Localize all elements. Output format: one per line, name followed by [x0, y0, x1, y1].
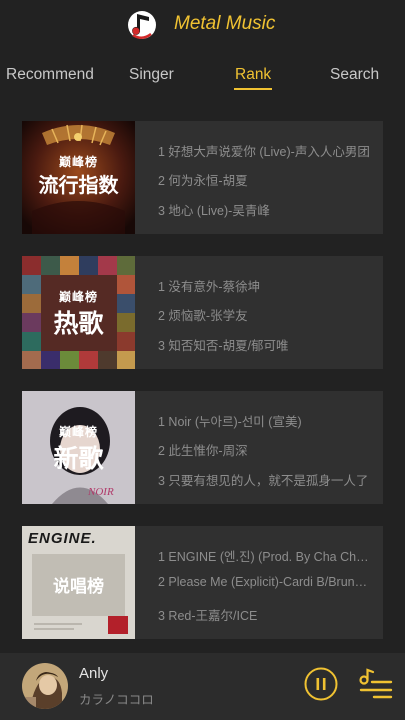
rank-cover-image: 巅峰榜 流行指数: [22, 121, 135, 234]
rank-card-rap[interactable]: ENGINE. 说唱榜 1 ENGINE (엔.진) (Prod. By Cha…: [22, 526, 383, 639]
rank-cover-text: ENGINE.: [28, 530, 97, 547]
now-playing-title: Anly: [79, 665, 109, 682]
rank-cover-title: 新歌: [53, 445, 104, 473]
rank-song-item: 3 地心 (Live)-吴青峰: [158, 204, 270, 218]
rank-song-item: 2 烦恼歌-张学友: [158, 309, 248, 323]
rank-brand-label: 巅峰榜: [58, 290, 98, 304]
rank-song-item: 1 ENGINE (엔.진) (Prod. By Cha Cha Malone): [158, 550, 370, 564]
mini-player[interactable]: Anly カラノココロ: [0, 653, 405, 720]
active-tab-indicator: [234, 88, 272, 90]
tab-singer[interactable]: Singer: [129, 66, 174, 84]
rank-cover-title: 热歌: [53, 310, 104, 338]
tab-bar: Recommend Singer Rank Search: [0, 60, 405, 96]
rank-cover-image: NOIR 巅峰榜 新歌: [22, 391, 135, 504]
rank-brand-label: 巅峰榜: [58, 155, 98, 169]
tab-rank[interactable]: Rank: [235, 66, 271, 84]
app-title: Metal Music: [174, 13, 276, 34]
rank-cover-image: 巅峰榜 热歌: [22, 256, 135, 369]
rank-song-item: 3 知否知否-胡夏/郁可唯: [158, 339, 289, 353]
svg-text:NOIR: NOIR: [87, 486, 114, 498]
pause-icon[interactable]: [304, 667, 338, 701]
tab-recommend[interactable]: Recommend: [6, 66, 94, 84]
rank-song-item: 1 好想大声说爱你 (Live)-声入人心男团: [158, 145, 370, 159]
rank-card-popular[interactable]: 巅峰榜 流行指数 1 好想大声说爱你 (Live)-声入人心男团 2 何为永恒-…: [22, 121, 383, 234]
rank-cover-title: 流行指数: [38, 175, 119, 197]
rank-card-new[interactable]: NOIR 巅峰榜 新歌 1 Noir (누아르)-선미 (宣美) 2 此生惟你-…: [22, 391, 383, 504]
rank-song-item: 3 只要有想见的人，就不是孤身一人了: [158, 474, 369, 488]
rank-song-item: 2 Please Me (Explicit)-Cardi B/Bruno Mar…: [158, 575, 370, 589]
rank-song-item: 1 没有意外-蔡徐坤: [158, 280, 261, 294]
rank-brand-label: 巅峰榜: [58, 425, 98, 439]
rank-song-item: 2 此生惟你-周深: [158, 444, 248, 458]
now-playing-artist: カラノココロ: [79, 693, 154, 707]
avatar[interactable]: [22, 663, 68, 709]
app-header: Metal Music: [0, 0, 405, 50]
rank-song-item: 1 Noir (누아르)-선미 (宣美): [158, 415, 302, 429]
music-note-icon: [128, 11, 156, 39]
rank-card-hot[interactable]: 巅峰榜 热歌 1 没有意外-蔡徐坤 2 烦恼歌-张学友 3 知否知否-胡夏/郁可…: [22, 256, 383, 369]
rank-song-item: 3 Red-王嘉尔/ICE: [158, 609, 258, 623]
rank-cover-title: 说唱榜: [53, 577, 104, 596]
rank-song-item: 2 何为永恒-胡夏: [158, 174, 248, 188]
rank-cover-image: ENGINE. 说唱榜: [22, 526, 135, 639]
tab-search[interactable]: Search: [330, 66, 379, 84]
playlist-icon[interactable]: [358, 668, 394, 700]
